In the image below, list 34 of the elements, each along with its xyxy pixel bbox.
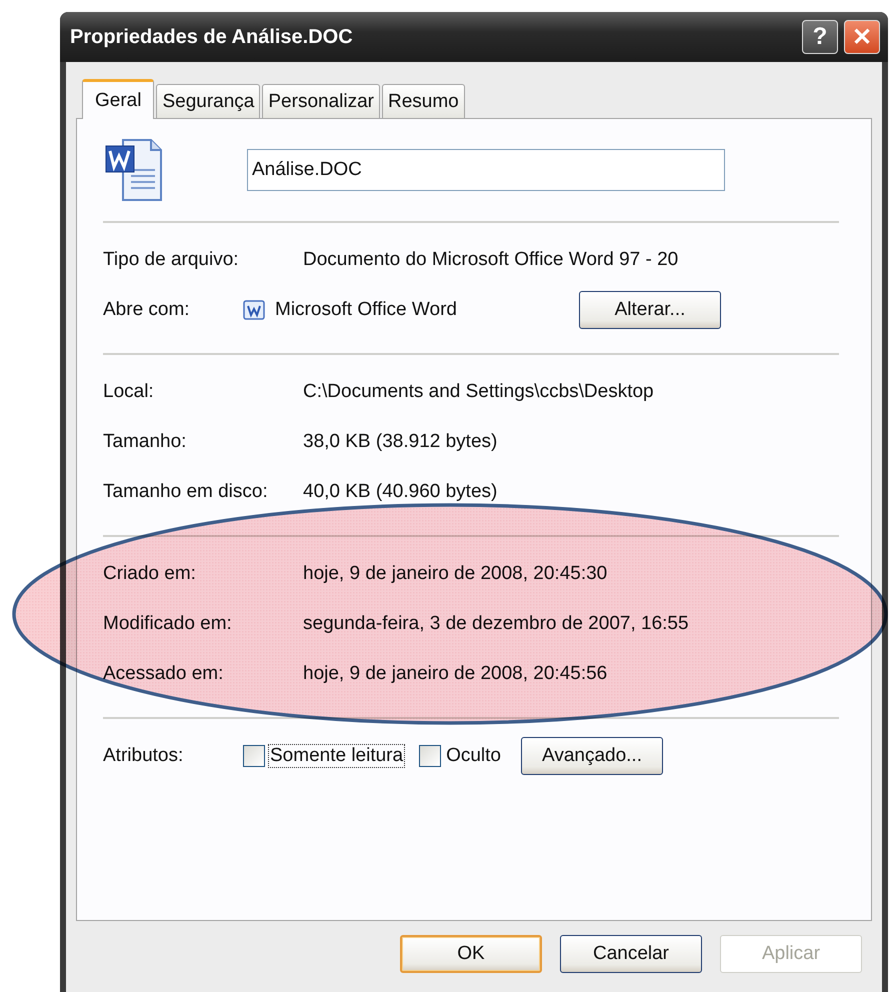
window-title: Propriedades de Análise.DOC <box>70 26 353 48</box>
field-value: hoje, 9 de janeiro de 2008, 20:45:30 <box>303 563 608 585</box>
tab[interactable]: Segurança <box>156 84 260 118</box>
field-label: Tipo de arquivo: <box>103 249 240 271</box>
dialog-button[interactable]: OK <box>400 935 542 973</box>
field-value: C:\Documents and Settings\ccbs\Desktop <box>303 381 654 403</box>
field-label: Local: <box>103 381 155 403</box>
checkbox-label[interactable]: Oculto <box>444 744 503 768</box>
field-label: Acessado em: <box>103 663 224 685</box>
word-app-icon <box>243 300 265 320</box>
field-value: segunda-feira, 3 de dezembro de 2007, 16:55 <box>303 613 689 635</box>
field-label: Atributos: <box>103 745 184 767</box>
tab[interactable]: Personalizar <box>262 84 380 118</box>
checkbox[interactable] <box>419 745 442 767</box>
document-icon <box>105 138 165 202</box>
dialog-button[interactable]: Cancelar <box>560 935 702 973</box>
field-label: Modificado em: <box>103 613 233 635</box>
field-value: Documento do Microsoft Office Word 97 - 20 <box>303 249 678 271</box>
advanced-button[interactable]: Avançado... <box>521 737 663 775</box>
checkbox[interactable] <box>243 745 265 767</box>
help-button[interactable]: ? <box>802 20 838 54</box>
field-value: 38,0 KB (38.912 bytes) <box>303 431 498 453</box>
tab[interactable]: Resumo <box>382 84 465 118</box>
change-button[interactable]: Alterar... <box>579 291 721 329</box>
tab[interactable]: Geral <box>82 79 154 119</box>
field-value: hoje, 9 de janeiro de 2008, 20:45:56 <box>303 663 608 685</box>
field-label: Abre com: <box>103 299 191 321</box>
field-label: Criado em: <box>103 563 197 585</box>
field-value: Microsoft Office Word <box>275 299 457 321</box>
field-label: Tamanho: <box>103 431 188 453</box>
checkbox-label[interactable]: Somente leitura <box>268 744 406 768</box>
field-label: Tamanho em disco: <box>103 481 269 503</box>
field-value: 40,0 KB (40.960 bytes) <box>303 481 498 503</box>
file-name-field[interactable]: Análise.DOC <box>247 149 725 191</box>
